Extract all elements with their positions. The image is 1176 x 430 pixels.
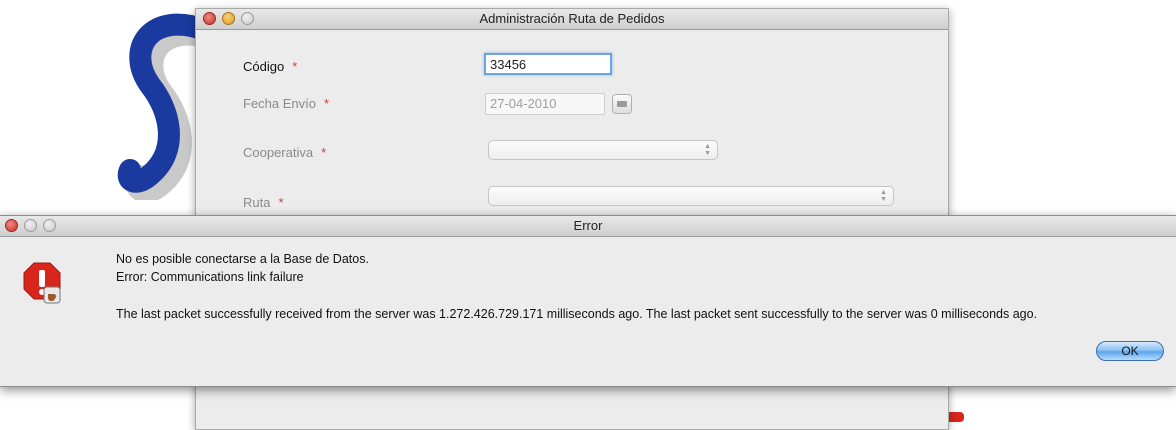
error-dialog-titlebar: Error — [0, 216, 1176, 237]
zoom-button[interactable] — [43, 219, 56, 232]
codigo-label: Código * — [243, 59, 297, 74]
cooperativa-select[interactable]: ▲ ▼ — [488, 140, 718, 160]
zoom-button[interactable] — [241, 12, 254, 25]
fecha-label-text: Fecha Envío — [243, 96, 316, 111]
minimize-button[interactable] — [24, 219, 37, 232]
fecha-value: 27-04-2010 — [490, 96, 557, 111]
cooperativa-label: Cooperativa * — [243, 145, 326, 160]
calendar-picker-button[interactable] — [612, 94, 632, 114]
error-message-details: The last packet successfully received fr… — [116, 307, 1038, 321]
error-dialog-title: Error — [573, 218, 603, 233]
fecha-envio-label: Fecha Envío * — [243, 96, 329, 111]
fecha-envio-field[interactable]: 27-04-2010 — [485, 93, 605, 115]
close-button[interactable] — [203, 12, 216, 25]
ruta-label-text: Ruta — [243, 195, 271, 210]
required-marker: * — [292, 59, 298, 74]
required-marker: * — [278, 195, 284, 210]
codigo-value: 33456 — [490, 57, 527, 72]
select-arrows-icon: ▲ ▼ — [880, 189, 887, 203]
error-message-line-2: Error: Communications link failure — [116, 270, 304, 284]
window-controls — [203, 12, 254, 25]
close-button[interactable] — [5, 219, 18, 232]
codigo-input[interactable]: 33456 — [484, 53, 612, 75]
order-route-titlebar: Administración Ruta de Pedidos — [196, 9, 948, 30]
window-controls — [5, 219, 56, 232]
ok-button[interactable]: OK — [1096, 341, 1164, 361]
cooperativa-label-text: Cooperativa — [243, 145, 314, 160]
select-arrows-icon: ▲ ▼ — [704, 143, 711, 157]
minimize-button[interactable] — [222, 12, 235, 25]
alert-stop-icon — [23, 262, 61, 304]
error-message-line-1: No es posible conectarse a la Base de Da… — [116, 252, 369, 266]
ruta-select[interactable]: ▲ ▼ — [488, 186, 894, 206]
required-marker: * — [321, 145, 327, 160]
ruta-label: Ruta * — [243, 195, 284, 210]
error-dialog: Error No es posible conectarse a la Base… — [0, 215, 1176, 387]
required-marker: * — [324, 96, 330, 111]
window-title: Administración Ruta de Pedidos — [479, 11, 665, 26]
codigo-label-text: Código — [243, 59, 285, 74]
